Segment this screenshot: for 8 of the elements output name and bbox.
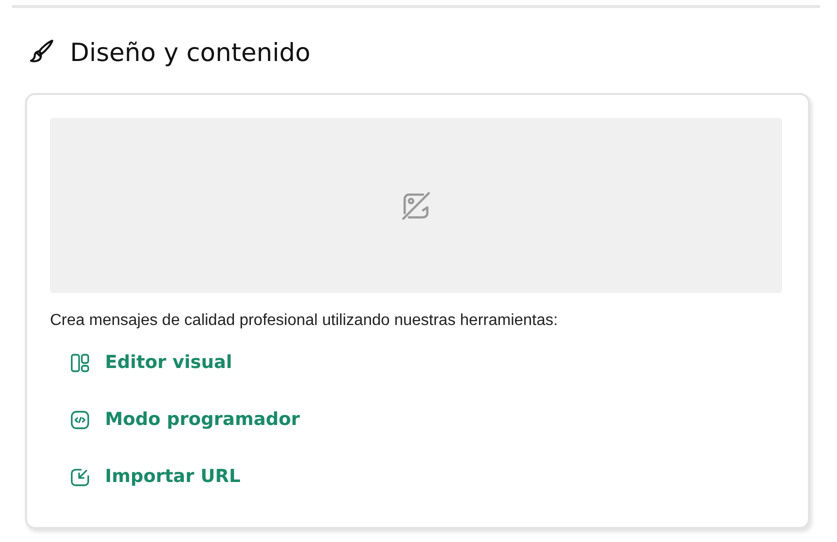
section-title: Diseño y contenido bbox=[70, 38, 310, 66]
code-icon bbox=[69, 409, 91, 431]
import-icon bbox=[69, 466, 91, 488]
tool-link[interactable]: Importar URL bbox=[69, 465, 240, 489]
tool-link[interactable]: Modo programador bbox=[69, 408, 300, 432]
description-text: Crea mensajes de calidad profesional utilizando nuestras herramientas: bbox=[50, 311, 559, 331]
layout-icon bbox=[69, 352, 91, 374]
tool-link[interactable]: Editor visual bbox=[69, 351, 232, 375]
